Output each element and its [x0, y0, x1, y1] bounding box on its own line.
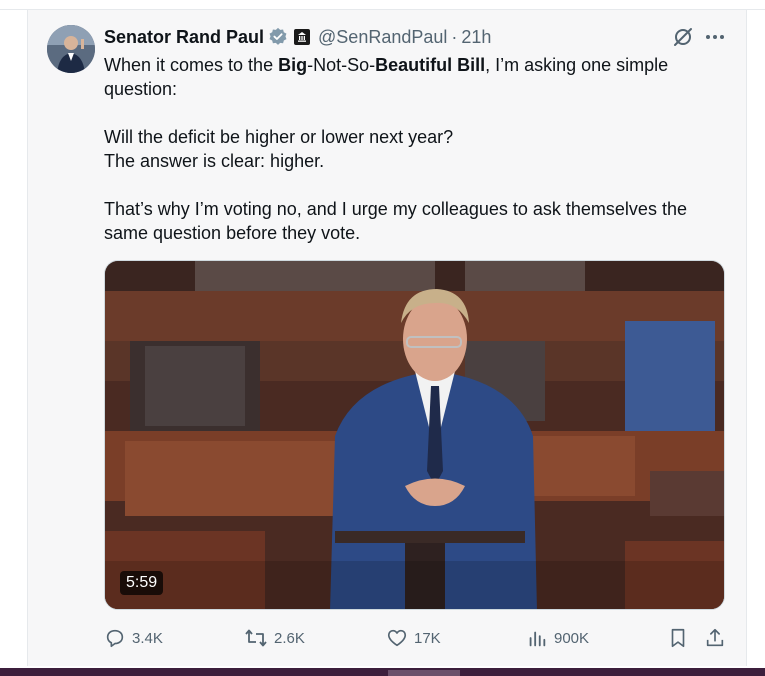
top-frame	[0, 0, 765, 10]
view-count: 900K	[554, 629, 590, 647]
views-icon	[529, 631, 546, 647]
author-name[interactable]: Senator Rand Paul	[104, 27, 264, 48]
separator: ·	[451, 26, 458, 47]
like-count: 17K	[414, 629, 441, 647]
action-bar: 3.4K 2.6K 17K 900K	[104, 624, 729, 652]
tweet-paragraph-4: That’s why I’m voting no, and I urge my …	[104, 199, 687, 243]
author-handle[interactable]: @SenRandPaul	[318, 27, 447, 48]
bookmark-button[interactable]	[667, 624, 689, 652]
government-badge-icon[interactable]	[294, 29, 311, 45]
tweet-paragraph-3: The answer is clear: higher.	[104, 151, 325, 171]
reply-count: 3.4K	[132, 629, 163, 647]
tweet-paragraph-2: Will the deficit be higher or lower next…	[104, 127, 454, 147]
avatar[interactable]	[47, 25, 95, 73]
share-icon	[706, 628, 724, 647]
tweet-text: When it comes to the Big-Not-So-Beautifu…	[104, 53, 724, 245]
video-thumbnail	[105, 261, 724, 609]
views-button[interactable]: 900K	[526, 624, 589, 652]
like-icon	[387, 629, 407, 647]
taskbar-item[interactable]	[388, 670, 460, 676]
grok-icon[interactable]	[672, 26, 694, 48]
tweet-paragraph-1: When it comes to the Big-Not-So-Beautifu…	[104, 55, 669, 99]
timestamp[interactable]: 21h	[461, 27, 491, 48]
reply-button[interactable]: 3.4K	[104, 624, 163, 652]
tweet-header: Senator Rand Paul @SenRandPaul · 21h	[104, 24, 491, 50]
repost-count: 2.6K	[274, 629, 305, 647]
like-button[interactable]: 17K	[386, 624, 441, 652]
repost-button[interactable]: 2.6K	[244, 624, 305, 652]
more-icon[interactable]	[704, 26, 726, 48]
video-duration: 5:59	[120, 571, 164, 595]
share-button[interactable]	[704, 624, 726, 652]
verified-badge-icon[interactable]	[268, 27, 288, 47]
repost-icon	[245, 629, 267, 647]
taskbar	[0, 668, 765, 676]
video-player[interactable]	[104, 260, 725, 610]
page: Senator Rand Paul @SenRandPaul · 21h Whe…	[0, 0, 765, 676]
reply-icon	[106, 629, 124, 648]
bookmark-icon	[671, 628, 685, 648]
